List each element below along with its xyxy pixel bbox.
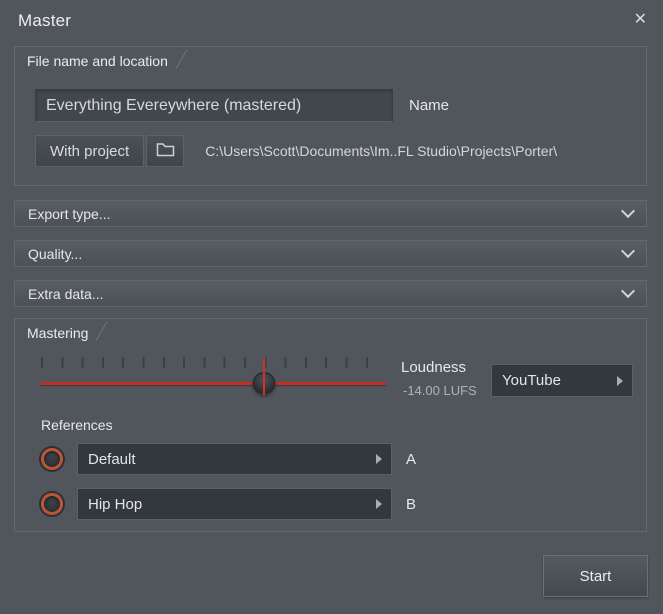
loudness-slider-handle[interactable]	[253, 372, 275, 394]
reference-b-led[interactable]	[41, 493, 63, 515]
file-section: File name and location Name With project…	[14, 46, 647, 186]
reference-a-value: Default	[78, 451, 146, 468]
reference-row-a: Default A	[41, 443, 416, 475]
reference-b-value: Hip Hop	[78, 496, 152, 513]
mastering-header: Mastering	[23, 322, 102, 344]
file-name-input[interactable]	[35, 89, 393, 122]
references-label: References	[41, 417, 113, 433]
file-section-header: File name and location	[23, 50, 182, 72]
preset-value: YouTube	[492, 372, 571, 389]
folder-browse-button[interactable]	[146, 135, 184, 167]
reference-b-letter: B	[406, 496, 416, 513]
export-dialog: Master ✕ File name and location Name Wit…	[0, 0, 663, 614]
mastering-title: Mastering	[23, 322, 92, 344]
file-section-title: File name and location	[23, 50, 172, 72]
file-path: C:\Users\Scott\Documents\Im..FL Studio\P…	[205, 143, 557, 159]
chevron-down-icon	[621, 204, 635, 218]
loudness-label: Loudness	[401, 359, 477, 376]
slider-handle-line	[263, 358, 265, 395]
section-bar-export-type[interactable]: Export type...	[14, 200, 647, 227]
dropdown-arrow-icon	[376, 499, 382, 509]
reference-row-b: Hip Hop B	[41, 488, 416, 520]
section-label: Extra data...	[28, 286, 103, 302]
mastering-section: Mastering Loudness -14.00 LUFS YouTube R…	[14, 318, 647, 532]
folder-icon	[156, 142, 175, 161]
window-title: Master	[18, 11, 71, 31]
slider-track[interactable]	[41, 382, 386, 385]
file-location-row: With project C:\Users\Scott\Documents\Im…	[35, 135, 557, 167]
section-bar-extra-data[interactable]: Extra data...	[14, 280, 647, 307]
tab-slash-decoration	[96, 321, 108, 341]
section-label: Quality...	[28, 246, 82, 262]
start-button[interactable]: Start	[543, 555, 648, 597]
section-bar-quality[interactable]: Quality...	[14, 240, 647, 267]
slider-ticks	[41, 357, 386, 368]
dropdown-arrow-icon	[617, 376, 623, 386]
name-label: Name	[409, 97, 449, 114]
tab-slash-decoration	[175, 49, 187, 69]
loudness-readout: Loudness -14.00 LUFS	[401, 359, 477, 398]
close-icon[interactable]: ✕	[634, 12, 647, 28]
with-project-button[interactable]: With project	[35, 135, 144, 167]
reference-a-led[interactable]	[41, 448, 63, 470]
section-label: Export type...	[28, 206, 110, 222]
dropdown-arrow-icon	[376, 454, 382, 464]
file-name-row: Name	[35, 89, 449, 122]
titlebar: Master ✕	[0, 0, 663, 46]
loudness-slider[interactable]	[41, 357, 386, 407]
chevron-down-icon	[621, 244, 635, 258]
reference-b-dropdown[interactable]: Hip Hop	[77, 488, 392, 520]
chevron-down-icon	[621, 284, 635, 298]
reference-a-letter: A	[406, 451, 416, 468]
reference-a-dropdown[interactable]: Default	[77, 443, 392, 475]
loudness-value: -14.00 LUFS	[403, 383, 477, 398]
loudness-preset-dropdown[interactable]: YouTube	[491, 364, 633, 397]
